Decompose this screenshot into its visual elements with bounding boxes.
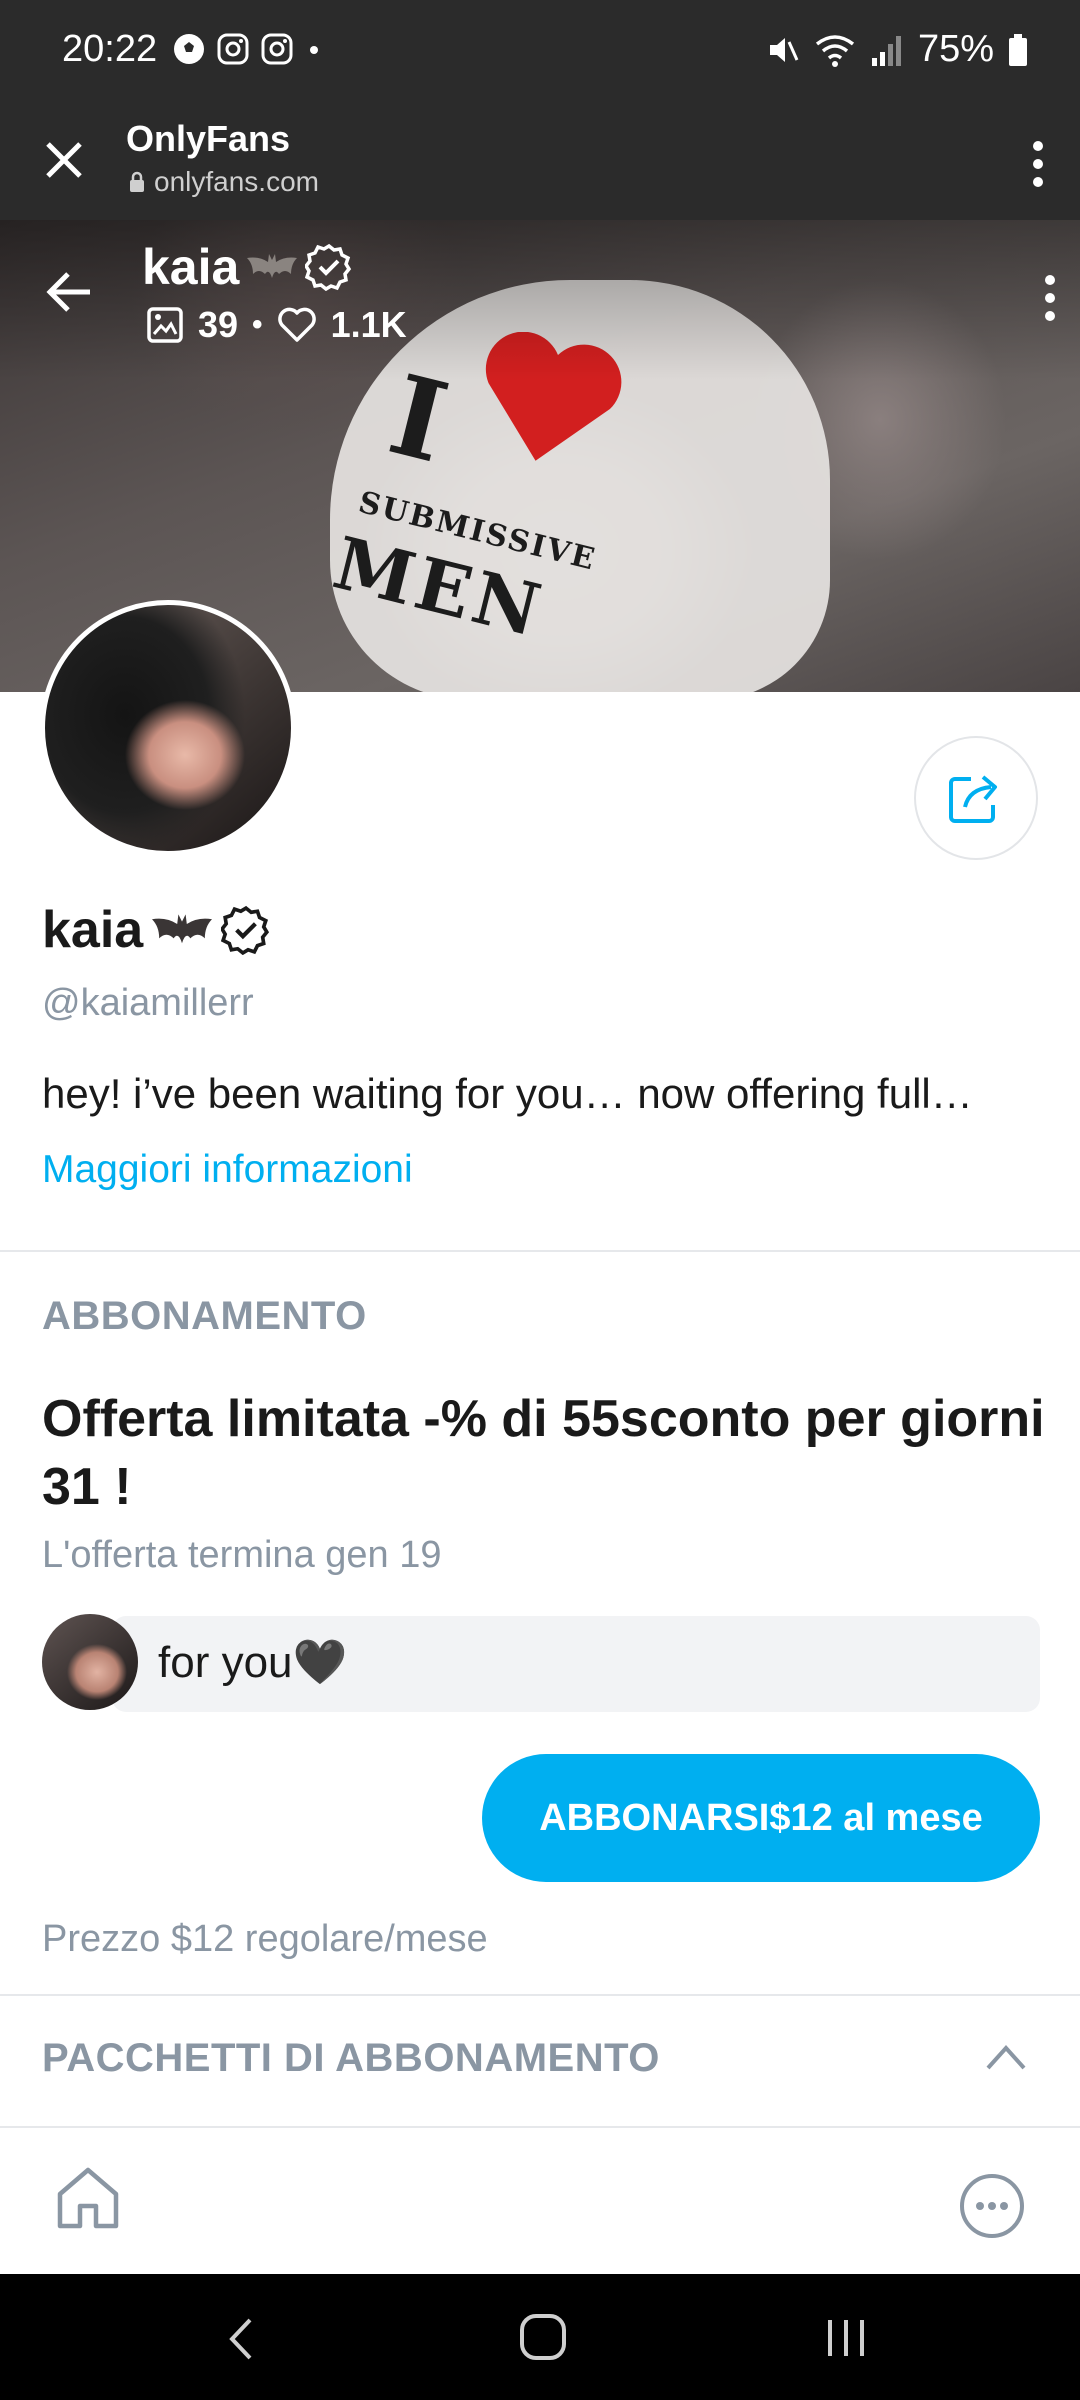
regular-price: Prezzo $12 regolare/mese xyxy=(42,1918,488,1960)
system-home-icon[interactable] xyxy=(518,2312,568,2362)
mute-icon xyxy=(769,37,799,62)
cover-header-overlay: kaia 39 • 1.1K xyxy=(0,220,1080,380)
share-button[interactable] xyxy=(914,736,1038,860)
wifi-icon xyxy=(815,34,855,67)
battery-icon xyxy=(1009,33,1027,66)
section-divider xyxy=(0,1250,1080,1252)
subscribe-button[interactable]: ABBONARSI$12 al mese xyxy=(482,1754,1040,1882)
system-recents-icon[interactable] xyxy=(824,2316,868,2360)
offer-end-date: L'offerta termina gen 19 xyxy=(42,1534,442,1576)
heart-outline-icon xyxy=(277,307,316,342)
creator-message: for you🖤 xyxy=(42,1614,1040,1712)
bat-icon xyxy=(247,254,298,278)
message-avatar xyxy=(42,1614,138,1710)
profile-avatar[interactable] xyxy=(40,600,296,856)
home-icon[interactable] xyxy=(52,2162,124,2234)
verified-badge-icon xyxy=(221,905,270,955)
back-arrow-icon[interactable] xyxy=(44,266,96,318)
browser-url-text: onlyfans.com xyxy=(154,166,319,197)
lock-icon xyxy=(130,171,144,192)
battery-percent: 75% xyxy=(917,28,994,70)
offer-title: Offerta limitata -% di 55sconto per gior… xyxy=(42,1390,1045,1516)
more-options-icon[interactable] xyxy=(958,2172,1026,2240)
dot-icon xyxy=(310,46,318,54)
notification-icons xyxy=(172,32,324,66)
status-right: 75% xyxy=(764,28,1028,71)
packages-section-label[interactable]: PACCHETTI DI ABBONAMENTO xyxy=(42,2036,660,2081)
system-navigation-bar xyxy=(0,2274,1080,2400)
custom-tab-toolbar: OnlyFans onlyfans.com xyxy=(0,108,1080,220)
section-divider xyxy=(0,1994,1080,1996)
status-time: 20:22 xyxy=(62,28,158,70)
stats-separator-dot: • xyxy=(252,308,263,341)
profile-name: kaia xyxy=(42,900,271,960)
message-text: for you🖤 xyxy=(158,1638,348,1687)
share-icon xyxy=(949,775,997,823)
profile-username: @kaiamillerr xyxy=(42,982,254,1024)
profile-name-text: kaia xyxy=(42,901,144,959)
bat-icon xyxy=(152,914,213,944)
bottom-navigation xyxy=(0,2126,1080,2276)
browser-url[interactable]: onlyfans.com xyxy=(128,166,319,198)
media-count: 39 xyxy=(198,304,239,345)
instagram-icon xyxy=(261,33,293,65)
profile-more-icon[interactable] xyxy=(1042,268,1058,328)
cover-name-text: kaia xyxy=(142,239,240,295)
verified-badge-icon xyxy=(305,243,352,291)
cover-profile-name: kaia xyxy=(142,238,353,296)
more-info-link[interactable]: Maggiori informazioni xyxy=(42,1148,413,1192)
likes-count: 1.1K xyxy=(330,304,407,345)
browser-page-title: OnlyFans xyxy=(126,118,291,159)
chevron-up-icon[interactable] xyxy=(984,2042,1028,2072)
signal-icon xyxy=(871,35,901,66)
image-icon xyxy=(147,307,183,343)
status-bar: 20:22 75% xyxy=(0,0,1080,108)
cover-stats: 39 • 1.1K xyxy=(146,304,407,346)
instagram-icon xyxy=(217,33,249,65)
system-back-icon[interactable] xyxy=(226,2314,256,2364)
overflow-menu-icon[interactable] xyxy=(1030,134,1046,194)
subscription-section-label: ABBONAMENTO xyxy=(42,1294,367,1338)
soccer-ball-icon xyxy=(174,34,204,64)
profile-bio: hey! i’ve been waiting for you… now offe… xyxy=(42,1070,973,1117)
close-icon[interactable] xyxy=(40,136,88,184)
